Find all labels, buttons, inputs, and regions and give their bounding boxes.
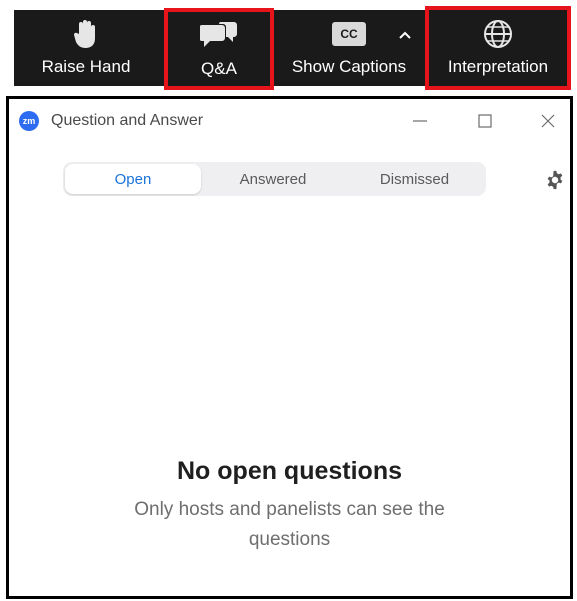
meeting-toolbar: Raise Hand Q&A CC Show Captions Interpre… — [14, 6, 571, 90]
tab-open[interactable]: Open — [65, 164, 201, 194]
interpretation-label: Interpretation — [447, 57, 549, 76]
title-bar[interactable]: zm Question and Answer — [9, 99, 570, 143]
show-captions-label: Show Captions — [291, 57, 407, 76]
cc-badge: CC — [332, 22, 366, 46]
tab-answered[interactable]: Answered — [203, 164, 343, 194]
hand-icon — [71, 12, 101, 56]
gear-icon[interactable] — [544, 169, 566, 191]
interpretation-button[interactable]: Interpretation — [425, 6, 571, 90]
cc-icon: CC — [332, 12, 366, 56]
caret-up-icon[interactable] — [399, 26, 411, 42]
globe-icon — [483, 12, 513, 56]
window-title: Question and Answer — [51, 112, 204, 129]
maximize-icon[interactable] — [468, 107, 502, 135]
zoom-logo-icon: zm — [19, 111, 39, 131]
empty-state-title: No open questions — [177, 457, 402, 485]
empty-state-subtitle: Only hosts and panelists can see the que… — [134, 499, 445, 550]
chat-bubbles-icon — [200, 14, 238, 58]
raise-hand-label: Raise Hand — [41, 57, 131, 76]
qa-tabs: Open Answered Dismissed — [63, 162, 486, 196]
close-icon[interactable] — [531, 107, 565, 135]
show-captions-button[interactable]: CC Show Captions — [284, 10, 414, 86]
tab-dismissed[interactable]: Dismissed — [345, 164, 484, 194]
qa-label: Q&A — [201, 59, 237, 78]
raise-hand-button[interactable]: Raise Hand — [28, 10, 144, 86]
qa-button[interactable]: Q&A — [164, 8, 274, 90]
minimize-icon[interactable] — [403, 107, 437, 135]
qa-window: zm Question and Answer Open Answered Dis… — [6, 96, 573, 599]
